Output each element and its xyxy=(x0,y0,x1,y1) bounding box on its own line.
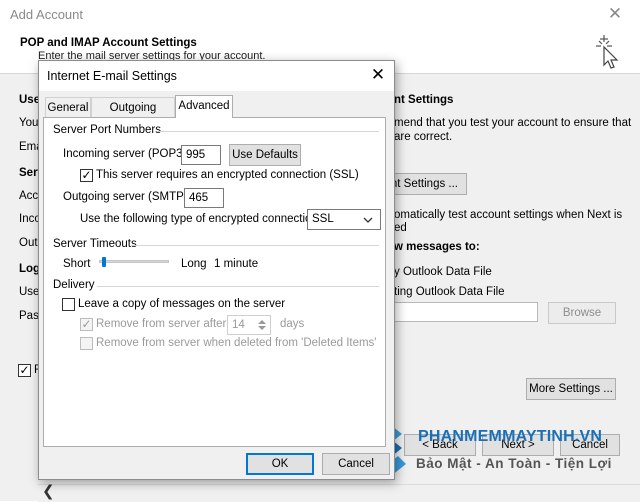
watermark-slogan: Bảo Mật - An Toàn - Tiện Lợi xyxy=(416,456,612,471)
remove-after-days-stepper[interactable]: 14 xyxy=(227,315,271,335)
magic-wand-cursor-icon xyxy=(596,35,619,69)
server-port-numbers-heading: Server Port Numbers xyxy=(53,124,162,136)
use-defaults-button[interactable]: Use Defaults xyxy=(229,144,301,166)
deliver-messages-title: w messages to: xyxy=(394,241,480,253)
internet-email-settings-dialog: Internet E-mail Settings ✕ General Outgo… xyxy=(38,60,395,480)
timeout-slider[interactable] xyxy=(99,260,169,263)
close-icon[interactable]: ✕ xyxy=(606,4,624,24)
browse-button[interactable]: Browse xyxy=(548,302,616,324)
chevron-left-icon[interactable]: ❮ xyxy=(42,482,55,500)
days-label: days xyxy=(280,318,305,330)
data-file-path-input[interactable] xyxy=(380,302,538,322)
outgoing-server-label: Outgoing server (SMTP): xyxy=(63,191,191,203)
group-divider xyxy=(97,286,379,287)
tab-outgoing-server[interactable]: Outgoing Server xyxy=(91,97,175,134)
watermark-site-name: PHANMEMMAYTINH.VN xyxy=(418,428,603,445)
leave-copy-label: Leave a copy of messages on the server xyxy=(78,298,286,310)
timeout-value-label: 1 minute xyxy=(214,258,259,270)
tab-advanced[interactable]: Advanced xyxy=(175,95,233,118)
more-settings-button[interactable]: More Settings ... xyxy=(526,378,616,400)
group-divider xyxy=(131,245,379,246)
deliver-option-existing-file[interactable]: ting Outlook Data File xyxy=(394,286,505,298)
timeout-slider-thumb[interactable] xyxy=(102,257,107,267)
window-titlebar xyxy=(0,0,640,30)
encryption-type-label: Use the following type of encrypted conn… xyxy=(80,213,322,225)
horizontal-scrollbar[interactable] xyxy=(38,484,640,502)
dialog-cancel-button[interactable]: Cancel xyxy=(322,453,390,475)
remove-after-label: Remove from server after xyxy=(96,318,227,330)
dialog-title: Internet E-mail Settings xyxy=(47,69,177,83)
auto-test-text-1: omatically test account settings when Ne… xyxy=(394,209,623,221)
ssl-checkbox[interactable]: ✓ xyxy=(80,169,93,182)
encryption-type-select[interactable]: SSL xyxy=(307,209,381,230)
deliver-option-new-file[interactable]: y Outlook Data File xyxy=(394,266,492,278)
ok-button[interactable]: OK xyxy=(246,453,314,475)
outgoing-port-input[interactable]: 465 xyxy=(184,188,224,208)
header-title: POP and IMAP Account Settings xyxy=(20,37,197,49)
chevron-down-icon xyxy=(363,217,373,223)
delivery-heading: Delivery xyxy=(53,279,95,291)
remove-after-days-value: 14 xyxy=(232,319,245,331)
test-account-text-1: mend that you test your account to ensur… xyxy=(394,117,632,129)
close-icon[interactable]: ✕ xyxy=(369,65,387,85)
test-account-text-2: are correct. xyxy=(394,131,453,143)
timeout-long-label: Long xyxy=(181,258,207,270)
remember-password-checkbox[interactable]: ✓ xyxy=(18,364,31,377)
ssl-checkbox-label: This server requires an encrypted connec… xyxy=(96,169,359,181)
server-timeouts-heading: Server Timeouts xyxy=(53,238,137,250)
group-divider xyxy=(157,131,379,132)
test-account-title: nt Settings xyxy=(394,94,454,106)
remove-when-deleted-label: Remove from server when deleted from 'De… xyxy=(96,337,377,349)
tab-general[interactable]: General xyxy=(45,97,91,117)
encryption-type-value: SSL xyxy=(312,213,334,225)
timeout-short-label: Short xyxy=(63,258,91,270)
window-title: Add Account xyxy=(10,7,83,22)
incoming-server-label: Incoming server (POP3): xyxy=(63,148,190,160)
spin-arrows-icon[interactable] xyxy=(257,318,267,332)
auto-test-text-2: ed xyxy=(394,222,407,234)
remove-after-checkbox[interactable]: ✓ xyxy=(80,318,93,331)
remove-when-deleted-checkbox[interactable] xyxy=(80,337,93,350)
leave-copy-checkbox[interactable] xyxy=(62,298,75,311)
incoming-port-input[interactable]: 995 xyxy=(181,145,221,165)
